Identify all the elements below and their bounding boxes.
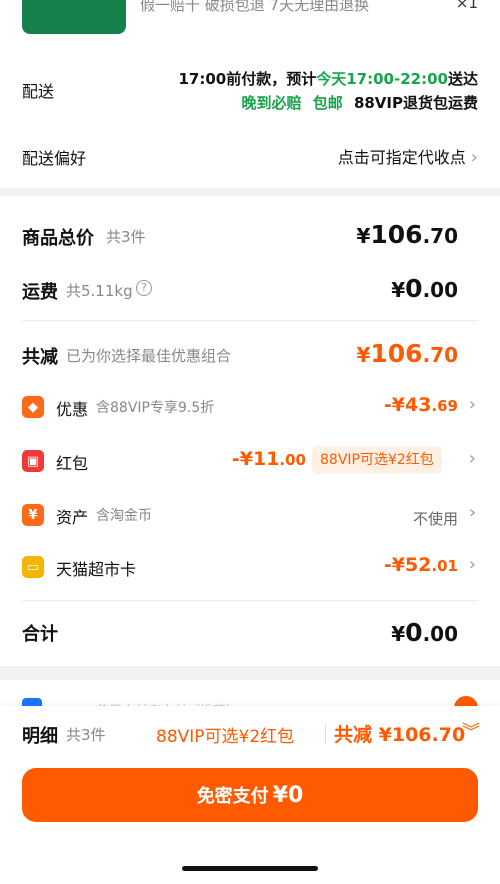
home-indicator — [182, 866, 318, 871]
reduction-amount: ¥106.70 — [356, 339, 458, 368]
discount-amount: -¥43.69 — [383, 394, 458, 416]
discount-title: 红包 — [56, 454, 89, 473]
pay-button[interactable]: 免密支付 ¥0 — [22, 768, 478, 822]
bottom-reduce-amount: ¥106.70 — [378, 724, 466, 746]
detail-label[interactable]: 明细 — [22, 722, 58, 748]
bottom-reduce-label: 共减 — [334, 724, 373, 746]
bottom-reduce[interactable]: 共减 ¥106.70 — [334, 720, 465, 747]
delivery-card: 假一赔十 破损包退 7天无理由退换 ×1 配送 17:00前付款，预计今天17:… — [0, 0, 500, 188]
discount-title: 资产 — [56, 508, 89, 527]
discount-note: 含淘金币 — [96, 508, 152, 524]
discount-row-assets[interactable]: ¥ 资产 含淘金币 不使用 › — [0, 500, 500, 536]
late-compensation-text: 晚到必赔 — [241, 94, 302, 112]
yen-icon: ¥ — [22, 504, 44, 526]
shipping-label: 运费 — [22, 282, 58, 303]
shipping-weight: 共5.11kg — [66, 282, 133, 300]
delivery-time-line: 17:00前付款，预计今天17:00-22:00送达 — [179, 68, 479, 89]
chevron-right-icon: › — [468, 554, 476, 575]
red-packet-icon: ▣ — [22, 450, 44, 472]
product-thumbnail[interactable] — [22, 0, 126, 34]
delivery-label: 配送 — [22, 82, 55, 101]
discount-amount: -¥52.01 — [383, 554, 458, 576]
goods-total-price: ¥106.70 — [356, 220, 458, 249]
chevron-right-icon: › — [468, 448, 476, 469]
discount-title: 天猫超市卡 — [56, 560, 137, 579]
delivery-promise-line: 晚到必赔 包邮 88VIP退货包运费 — [241, 92, 478, 113]
order-total-price: ¥0.00 — [391, 618, 458, 647]
order-total-label: 合计 — [22, 624, 58, 645]
product-thumbnail-dots — [62, 0, 112, 4]
discount-note: 含88VIP专享9.5折 — [96, 400, 215, 416]
divider — [22, 600, 478, 601]
discount-row-red-packet[interactable]: ▣ 红包 -¥11.00 88VIP可选¥2红包 › — [0, 446, 500, 482]
checkout-bar: 明细 共3件 88VIP可选¥2红包 共减 ¥106.70 ︾ 免密支付 ¥0 — [0, 706, 500, 884]
goods-total-count: 共3件 — [106, 228, 146, 246]
pay-button-label: 免密支付 — [196, 786, 269, 807]
bottom-vip-note[interactable]: 88VIP可选¥2红包 — [156, 722, 294, 747]
pay-button-amount: ¥0 — [272, 782, 304, 808]
product-guarantee-text: 假一赔十 破损包退 7天无理由退换 — [140, 0, 370, 14]
price-summary-card: 商品总价 共3件 ¥106.70 运费 共5.11kg ? ¥0.00 共减 已… — [0, 196, 500, 666]
shipping-price: ¥0.00 — [391, 274, 458, 303]
help-circle-icon[interactable]: ? — [136, 280, 152, 296]
delivery-time-prefix: 17:00前付款，预计 — [178, 70, 317, 88]
vip-return-text: 88VIP退货包运费 — [353, 94, 478, 112]
chevron-right-icon: › — [470, 147, 478, 168]
chevron-right-icon: › — [468, 502, 476, 523]
goods-total-label: 商品总价 — [22, 228, 94, 249]
divider — [22, 320, 478, 321]
card-icon: ▭ — [22, 556, 44, 578]
product-quantity: ×1 — [455, 0, 478, 12]
discount-row-tmall-card[interactable]: ▭ 天猫超市卡 -¥52.01 › — [0, 552, 500, 588]
expand-icon[interactable]: ︾ — [462, 718, 480, 744]
delivery-time-window: 今天17:00-22:00 — [316, 70, 448, 88]
detail-count: 共3件 — [66, 726, 106, 744]
free-shipping-text: 包邮 — [312, 94, 343, 112]
discount-title: 优惠 — [56, 400, 89, 419]
discount-row-coupon[interactable]: ◆ 优惠 含88VIP专享9.5折 -¥43.69 › — [0, 392, 500, 428]
assets-value: 不使用 — [412, 510, 458, 528]
bottom-separator — [325, 726, 326, 744]
reduction-note: 已为你选择最佳优惠组合 — [66, 347, 232, 365]
delivery-pref-value: 点击可指定代收点 — [337, 148, 466, 167]
discount-amount: -¥11.00 — [231, 448, 306, 470]
chevron-right-icon: › — [468, 394, 476, 415]
reduction-label: 共减 — [22, 347, 58, 368]
delivery-pref-label: 配送偏好 — [22, 149, 87, 168]
delivery-time-suffix: 送达 — [447, 70, 478, 88]
delivery-pref-row[interactable]: 点击可指定代收点 › — [338, 144, 478, 168]
tag-icon: ◆ — [22, 396, 44, 418]
red-packet-badge[interactable]: 88VIP可选¥2红包 — [312, 446, 442, 474]
